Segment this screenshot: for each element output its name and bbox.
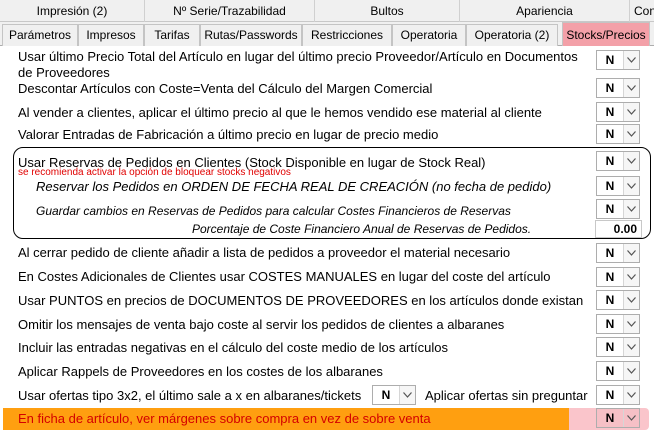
select-entradas-negativas[interactable]: N [596, 337, 640, 357]
option-label-usar-puntos: Usar PUNTOS en precios de DOCUMENTOS DE … [18, 293, 584, 308]
tab-strip-second: Parámetros Impresos Tarifas Rutas/Passwo… [0, 22, 654, 49]
select-value: N [605, 340, 615, 354]
chevron-down-icon [623, 51, 639, 69]
tab-stocks-precios[interactable]: Stocks/Precios [559, 22, 653, 49]
select-value: N [605, 270, 615, 284]
chevron-down-icon [399, 386, 415, 404]
select-value: N [605, 105, 615, 119]
chevron-down-icon [623, 200, 639, 218]
select-value: N [605, 317, 615, 331]
select-value: N [605, 202, 615, 216]
select-value: N [605, 127, 615, 141]
porcentaje-coste-financiero-input[interactable]: 0.00 [595, 220, 642, 238]
option-label-ofertas-sin-preguntar: Aplicar ofertas sin preguntar [425, 388, 588, 403]
option-label-costes-manuales: En Costes Adicionales de Clientes usar C… [18, 269, 551, 284]
option-label-porcentaje-coste-financiero: Porcentaje de Coste Financiero Anual de … [192, 222, 532, 236]
select-descontar-coste-venta[interactable]: N [596, 78, 640, 98]
option-label-valorar-entradas-fabricacion: Valorar Entradas de Fabricación a último… [18, 127, 439, 142]
select-ultimo-precio-cliente[interactable]: N [596, 102, 640, 122]
chevron-down-icon [623, 291, 639, 309]
chevron-down-icon [623, 315, 639, 333]
select-value: N [605, 246, 615, 260]
select-reservar-orden-fecha[interactable]: N [596, 176, 640, 196]
tab-restricciones[interactable]: Restricciones [302, 24, 392, 46]
chevron-down-icon [623, 177, 639, 195]
option-label-ultimo-precio-cliente: Al vender a clientes, aplicar el último … [18, 105, 542, 120]
select-value: N [605, 81, 615, 95]
option-label-ultimo-precio-total: Usar último Precio Total del Artículo en… [18, 49, 578, 80]
select-ofertas-sin-preguntar[interactable]: N [596, 385, 640, 405]
chevron-down-icon [623, 338, 639, 356]
select-cerrar-pedido-cliente[interactable]: N [596, 243, 640, 263]
option-label-margenes-sobre-compra: En ficha de artículo, ver márgenes sobre… [18, 411, 431, 426]
option-label-omitir-mensajes-bajo-coste: Omitir los mensajes de venta bajo coste … [18, 317, 505, 332]
tab-rutas-passwords[interactable]: Rutas/Passwords [200, 24, 302, 46]
select-value: N [605, 154, 615, 168]
option-label-aplicar-rappels: Aplicar Rappels de Proveedores en los co… [18, 364, 383, 379]
select-omitir-mensajes-bajo-coste[interactable]: N [596, 314, 640, 334]
tab-impresos[interactable]: Impresos [78, 24, 144, 46]
tab-apariencia[interactable]: Apariencia [460, 0, 630, 22]
chevron-down-icon [623, 79, 639, 97]
option-label-cerrar-pedido-cliente: Al cerrar pedido de cliente añadir a lis… [18, 245, 511, 260]
chevron-down-icon [623, 409, 639, 427]
select-value: N [605, 364, 615, 378]
chevron-down-icon [623, 386, 639, 404]
select-value: N [605, 411, 615, 425]
tab-bultos[interactable]: Bultos [315, 0, 460, 22]
chevron-down-icon [623, 362, 639, 380]
select-value: N [605, 53, 615, 67]
option-label-entradas-negativas: Incluir las entradas negativas en el cál… [18, 340, 448, 355]
chevron-down-icon [623, 244, 639, 262]
chevron-down-icon [623, 152, 639, 170]
tab-tarifas[interactable]: Tarifas [144, 24, 200, 46]
select-value: N [381, 388, 391, 402]
tab-parametros[interactable]: Parámetros [2, 24, 78, 46]
tab-operatoria[interactable]: Operatoria [392, 24, 466, 46]
select-value: N [605, 179, 615, 193]
option-label-reservar-orden-fecha: Reservar los Pedidos en ORDEN DE FECHA R… [36, 179, 552, 194]
stocks-precios-panel: Usar último Precio Total del Artículo en… [0, 46, 654, 433]
tab-strip-top: Impresión (2) Nº Serie/Trazabilidad Bult… [0, 0, 654, 22]
select-usar-reservas-pedidos[interactable]: N [596, 151, 640, 171]
select-guardar-cambios-reservas[interactable]: N [596, 199, 640, 219]
select-aplicar-rappels[interactable]: N [596, 361, 640, 381]
select-ofertas-3x2[interactable]: N [372, 385, 416, 405]
chevron-down-icon [623, 103, 639, 121]
select-ultimo-precio-total[interactable]: N [596, 50, 640, 70]
option-label-descontar-coste-venta: Descontar Artículos con Coste=Venta del … [18, 81, 433, 96]
chevron-down-icon [623, 268, 639, 286]
chevron-down-icon [623, 125, 639, 143]
warning-text: se recomienda activar la opción de bloqu… [18, 167, 291, 178]
option-label-guardar-cambios-reservas: Guardar cambios en Reservas de Pedidos p… [36, 204, 511, 218]
tab-contal[interactable]: Contal [630, 0, 654, 22]
tab-operatoria-2[interactable]: Operatoria (2) [466, 24, 558, 46]
tab-impresion-2[interactable]: Impresión (2) [0, 0, 145, 22]
select-costes-manuales[interactable]: N [596, 267, 640, 287]
select-usar-puntos[interactable]: N [596, 290, 640, 310]
tab-serie-trazabilidad[interactable]: Nº Serie/Trazabilidad [145, 0, 315, 22]
option-label-ofertas-3x2: Usar ofertas tipo 3x2, el último sale a … [18, 388, 362, 403]
select-value: N [605, 388, 615, 402]
select-valorar-entradas-fabricacion[interactable]: N [596, 124, 640, 144]
select-value: N [605, 293, 615, 307]
select-margenes-sobre-compra[interactable]: N [596, 408, 640, 428]
